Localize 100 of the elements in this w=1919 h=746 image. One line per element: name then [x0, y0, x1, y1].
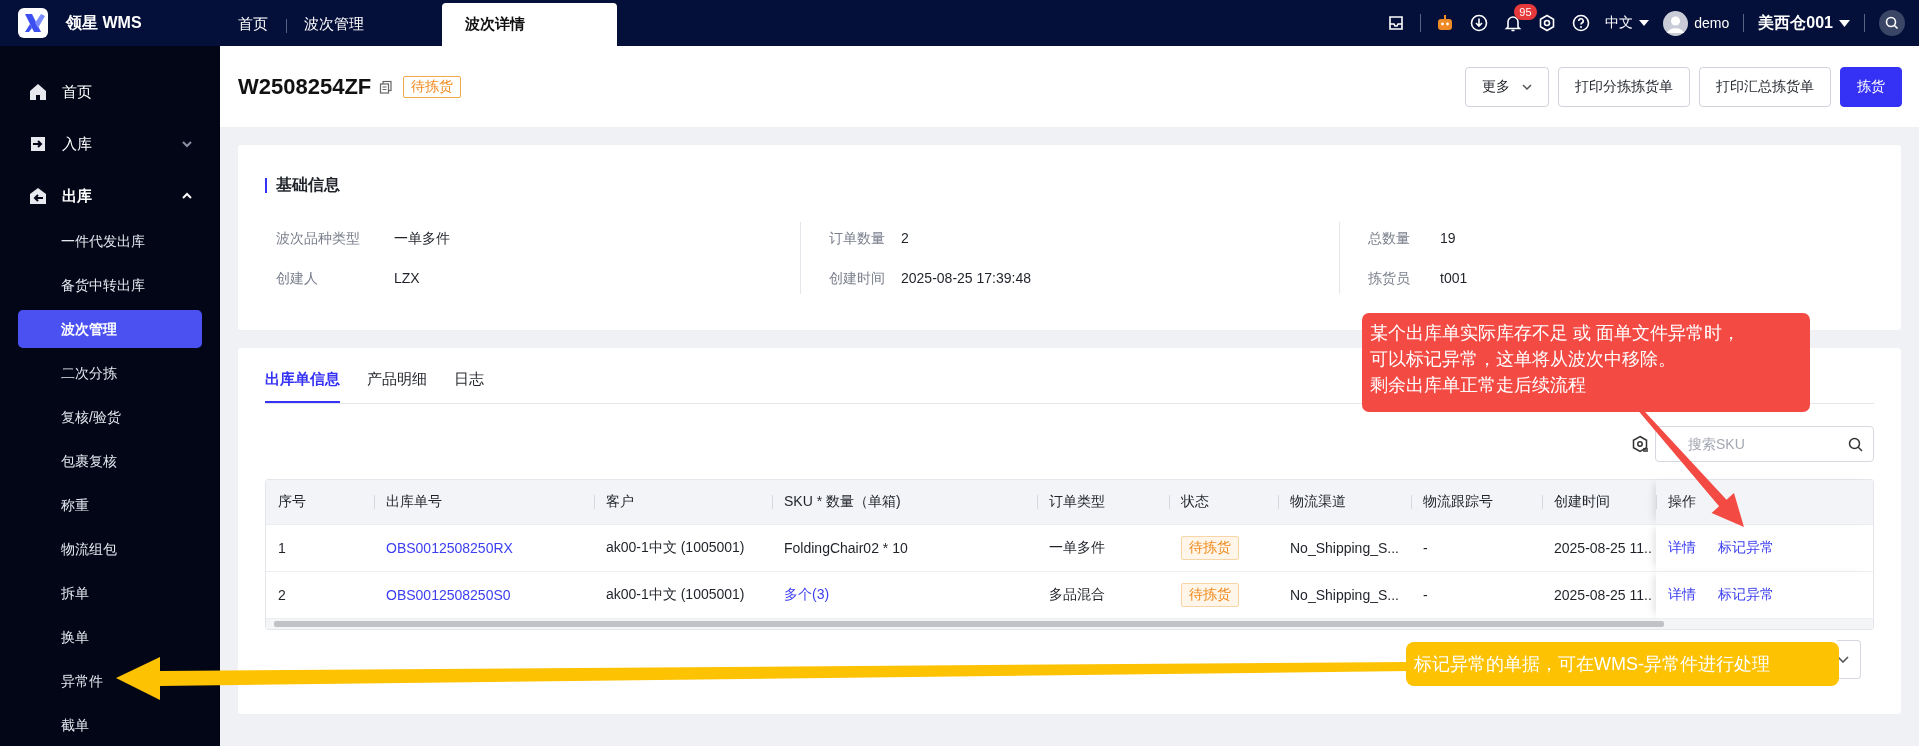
sidebar-item[interactable]: 称重 — [18, 486, 202, 524]
field-label: 总数量 — [1368, 229, 1411, 248]
column-header: 状态 — [1169, 480, 1278, 524]
chevron-icon — [182, 192, 192, 200]
column-header: 客户 — [594, 480, 772, 524]
sidebar-item[interactable]: 包裹复核 — [18, 442, 202, 480]
column-header: 出库单号 — [374, 480, 594, 524]
action-link[interactable]: 标记异常 — [1718, 539, 1774, 557]
page-tab[interactable]: 首页 — [220, 3, 286, 46]
column-header: 订单类型 — [1037, 480, 1169, 524]
logo-icon — [18, 8, 48, 38]
annotation-text: 标记异常的单据，可在WMS-异常件进行处理 — [1414, 653, 1771, 676]
sidebar-item[interactable]: 物流组包 — [18, 530, 202, 568]
action-button[interactable]: 打印分拣拣货单 — [1558, 66, 1690, 107]
chevron-icon — [1522, 83, 1532, 90]
home-icon — [28, 82, 48, 102]
field-value: t001 — [1440, 269, 1469, 288]
field-label: 波次品种类型 — [276, 229, 361, 248]
column-header: 物流渠道 — [1278, 480, 1411, 524]
sidebar-item[interactable]: 二次分拣 — [18, 354, 202, 392]
sidebar-item[interactable]: 异常件 — [18, 662, 202, 700]
sku-link[interactable]: 多个(3) — [784, 586, 830, 604]
field-value: 2025-08-25 17:39:48 — [901, 269, 1032, 288]
status-tag: 待拣货 — [1181, 583, 1239, 607]
field-value: 2 — [901, 229, 910, 248]
table-cell: 多品混合 — [1049, 586, 1105, 604]
detail-tab[interactable]: 日志 — [454, 370, 484, 403]
annotation-text: 某个出库单实际库存不足 或 面单文件异常时， — [1370, 322, 1741, 345]
column-header: 创建时间 — [1542, 480, 1656, 524]
search-field[interactable]: 搜索SKU — [1655, 426, 1874, 462]
sidebar-item[interactable]: 入库 — [0, 118, 220, 170]
detail-tab[interactable]: 出库单信息 — [265, 370, 340, 403]
table-cell: - — [1423, 540, 1428, 556]
caret-icon — [1839, 19, 1850, 27]
table-cell: ak00-1中文 (1005001) — [606, 539, 745, 557]
search-icon[interactable] — [1879, 10, 1905, 36]
sidebar-item[interactable]: 备货中转出库 — [18, 266, 202, 304]
sidebar-item[interactable]: 波次管理 — [18, 310, 202, 348]
sidebar-item[interactable]: 一件代发出库 — [18, 222, 202, 260]
table-cell: - — [1423, 587, 1428, 603]
field-label: 拣货员 — [1368, 269, 1411, 288]
sidebar-item[interactable]: 首页 — [0, 66, 220, 118]
table-cell: No_Shipping_S... — [1290, 540, 1399, 556]
column-header: SKU * 数量（单箱) — [772, 480, 1037, 524]
export-icon — [28, 186, 48, 206]
field-label: 订单数量 — [829, 229, 886, 248]
field-value: 一单多件 — [394, 229, 451, 248]
table-cell: 2 — [278, 587, 286, 603]
page-tab[interactable]: 波次详情 — [442, 3, 617, 46]
caret-icon — [1639, 20, 1650, 26]
dropdown-button[interactable]: 更多 — [1465, 66, 1549, 107]
table-cell: 1 — [278, 540, 286, 556]
primary-button[interactable]: 拣货 — [1840, 66, 1902, 107]
detail-tab[interactable]: 产品明细 — [367, 370, 427, 403]
status-tag: 待拣货 — [1181, 536, 1239, 560]
order-link[interactable]: OBS0012508250S0 — [386, 587, 511, 603]
sidebar-item[interactable]: 拆单 — [18, 574, 202, 612]
sidebar-item[interactable]: 出库 — [0, 170, 220, 222]
copy-icon[interactable] — [379, 79, 394, 94]
import-icon — [28, 134, 48, 154]
sidebar-item[interactable]: 截单 — [18, 706, 202, 744]
field-value: 19 — [1440, 229, 1457, 248]
scrollbar-thumb[interactable] — [274, 621, 1664, 627]
page-tab[interactable]: 波次管理 — [286, 3, 382, 46]
download-icon[interactable] — [1469, 13, 1490, 33]
table-cell: ak00-1中文 (1005001) — [606, 586, 745, 604]
field-value: LZX — [394, 269, 421, 288]
chevron-icon — [182, 140, 192, 148]
column-header: 序号 — [266, 480, 374, 524]
column-settings-icon[interactable] — [1631, 435, 1649, 453]
field-label: 创建人 — [276, 269, 319, 288]
action-link[interactable]: 标记异常 — [1718, 586, 1774, 604]
field-label: 创建时间 — [829, 269, 886, 288]
table-cell: 2025-08-25 11.. — [1554, 540, 1652, 556]
avatar-icon — [1663, 10, 1689, 36]
table-cell: 2025-08-25 11.. — [1554, 587, 1652, 603]
help-icon[interactable] — [1571, 13, 1592, 33]
search-icon — [1848, 437, 1863, 452]
action-link[interactable]: 详情 — [1668, 586, 1696, 604]
section-title: 基础信息 — [276, 175, 340, 195]
table-cell: No_Shipping_S... — [1290, 587, 1399, 603]
annotation-text: 剩余出库单正常走后续流程 — [1370, 374, 1587, 397]
sidebar-item[interactable]: 复核/验货 — [18, 398, 202, 436]
action-button[interactable]: 打印汇总拣货单 — [1699, 66, 1831, 107]
table-cell: FoldingChair02 * 10 — [784, 540, 908, 556]
sidebar-item[interactable]: 换单 — [18, 618, 202, 656]
chevron-icon — [1837, 656, 1849, 663]
column-header: 物流跟踪号 — [1411, 480, 1542, 524]
action-link[interactable]: 详情 — [1668, 539, 1696, 557]
annotation-text: 可以标记异常，这单将从波次中移除。 — [1370, 348, 1677, 371]
warehouse-select[interactable]: 美西仓001 — [1758, 12, 1850, 34]
language-select[interactable]: 中文 — [1605, 14, 1650, 32]
column-header: 操作 — [1656, 480, 1873, 524]
order-link[interactable]: OBS0012508250RX — [386, 540, 513, 556]
wave-number: W2508254ZF — [238, 73, 372, 100]
user-name[interactable]: demo — [1694, 15, 1730, 31]
table-cell: 一单多件 — [1049, 539, 1105, 557]
app-name: 领星 WMS — [66, 12, 142, 33]
notification-badge: 95 — [1514, 4, 1537, 20]
status-tag: 待拣货 — [403, 75, 462, 98]
